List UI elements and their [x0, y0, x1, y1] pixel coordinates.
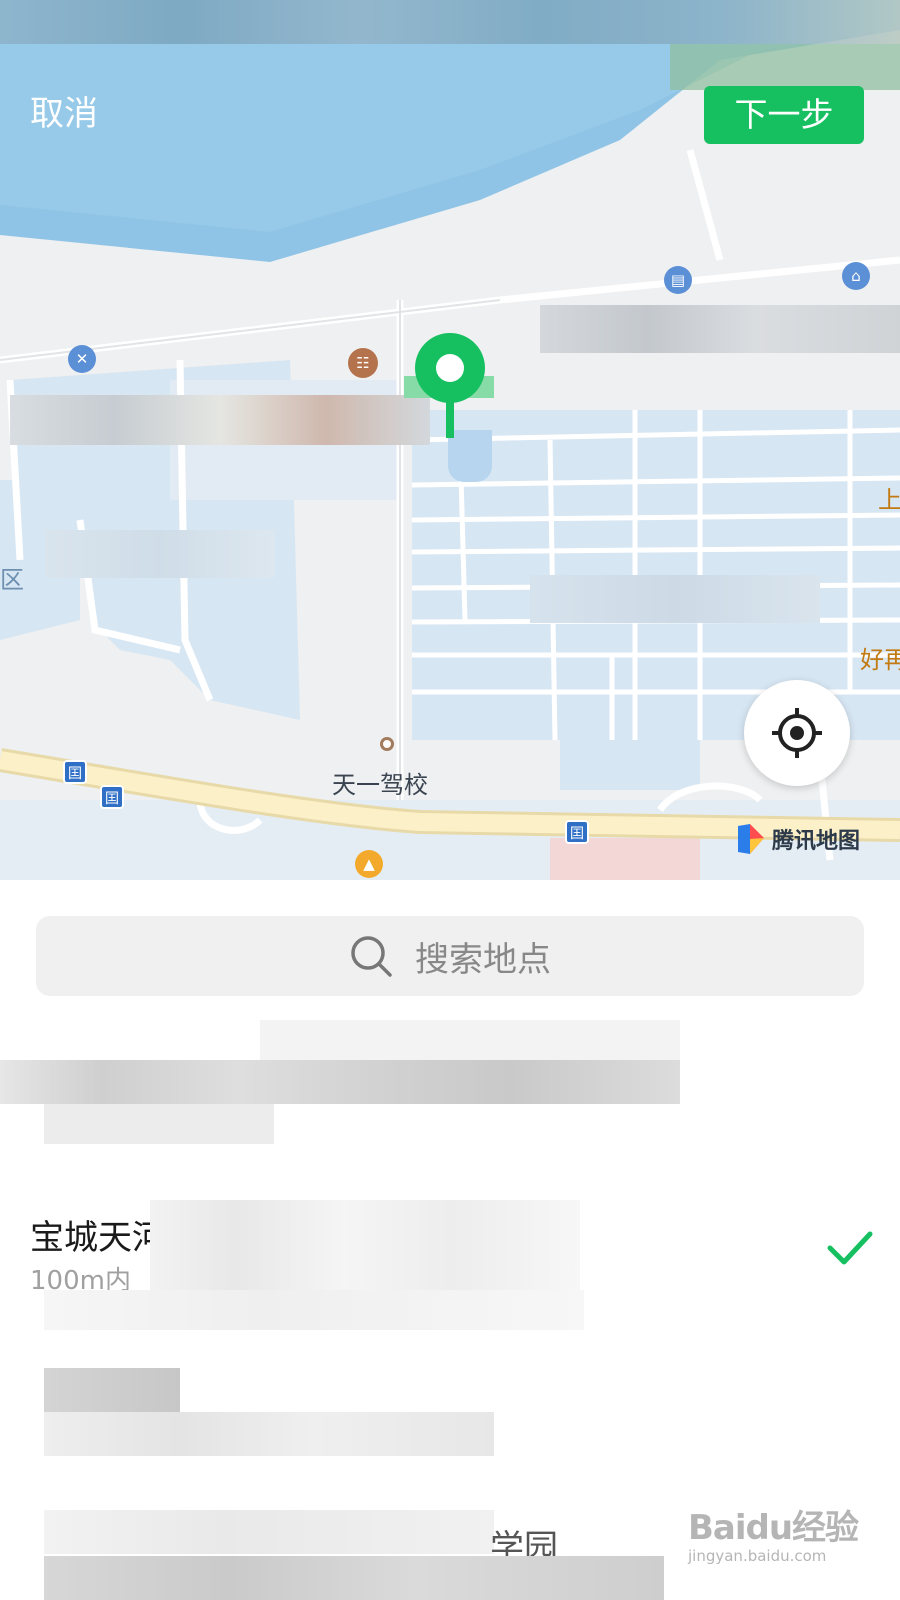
- search-input[interactable]: 搜索地点: [36, 916, 864, 996]
- shop-icon[interactable]: ▲: [355, 850, 383, 878]
- map-provider-label: 腾讯地图: [772, 829, 861, 854]
- bus-stop-icon[interactable]: 囯: [565, 820, 589, 844]
- mosaic-block: [45, 530, 275, 578]
- mosaic-block: [530, 575, 820, 623]
- mosaic-block: [540, 305, 900, 353]
- government-icon[interactable]: ▤: [664, 266, 692, 294]
- location-title: 宝城天河: [30, 1218, 166, 1258]
- location-list-item[interactable]: 宝城天河 100m内: [0, 1190, 900, 1340]
- location-pin-icon[interactable]: [412, 330, 488, 444]
- location-list-item[interactable]: [0, 1360, 900, 1470]
- mosaic-block: [44, 1104, 274, 1144]
- mosaic-block: [150, 1200, 580, 1290]
- mosaic-block: [670, 44, 900, 90]
- crosshair-icon: [772, 708, 822, 758]
- search-placeholder: 搜索地点: [415, 939, 551, 980]
- residence-icon[interactable]: ⌂: [842, 262, 870, 290]
- poi-label-edge: 好再: [860, 646, 900, 674]
- watermark-brand: Baidu经验: [688, 1508, 859, 1548]
- search-icon: [351, 936, 392, 977]
- tencent-map-icon: [738, 824, 764, 854]
- mosaic-block: [44, 1368, 180, 1412]
- cancel-button[interactable]: 取消: [30, 86, 98, 135]
- restaurant-icon[interactable]: ☷: [348, 348, 378, 378]
- location-panel: 搜索地点 宝城天河 100m内 学园: [0, 880, 900, 1600]
- map-provider-logo: 腾讯地图: [736, 822, 860, 856]
- mosaic-block: [44, 1412, 494, 1456]
- watermark: Baidu经验 jingyan.baidu.com: [688, 1500, 859, 1565]
- mosaic-block: [44, 1510, 494, 1554]
- my-location-button[interactable]: [744, 680, 850, 786]
- map-view[interactable]: ✕ ☷ ▤ ⌂ ▲ 囯 囯 囯 天一驾校 上 好再 区 取消 下一步 腾讯地图: [0, 0, 900, 880]
- next-step-button[interactable]: 下一步: [704, 86, 864, 144]
- poi-label-driving-school[interactable]: 天一驾校: [332, 765, 428, 800]
- bus-stop-icon[interactable]: 囯: [63, 760, 87, 784]
- mosaic-block: [260, 1020, 680, 1060]
- location-list-item[interactable]: [0, 1010, 900, 1160]
- bus-stop-icon[interactable]: 囯: [100, 785, 124, 809]
- watermark-url: jingyan.baidu.com: [688, 1547, 827, 1565]
- mosaic-block: [10, 395, 430, 445]
- poi-label-edge: 上: [878, 486, 900, 514]
- mosaic-block: [0, 0, 900, 44]
- mosaic-block: [0, 1060, 680, 1104]
- checkmark-icon: [827, 1231, 873, 1265]
- mosaic-block: [44, 1290, 584, 1330]
- mosaic-block: [44, 1556, 664, 1600]
- area-label-edge: 区: [0, 566, 24, 594]
- repair-icon[interactable]: ✕: [68, 345, 96, 373]
- poi-dot-icon[interactable]: [380, 737, 394, 751]
